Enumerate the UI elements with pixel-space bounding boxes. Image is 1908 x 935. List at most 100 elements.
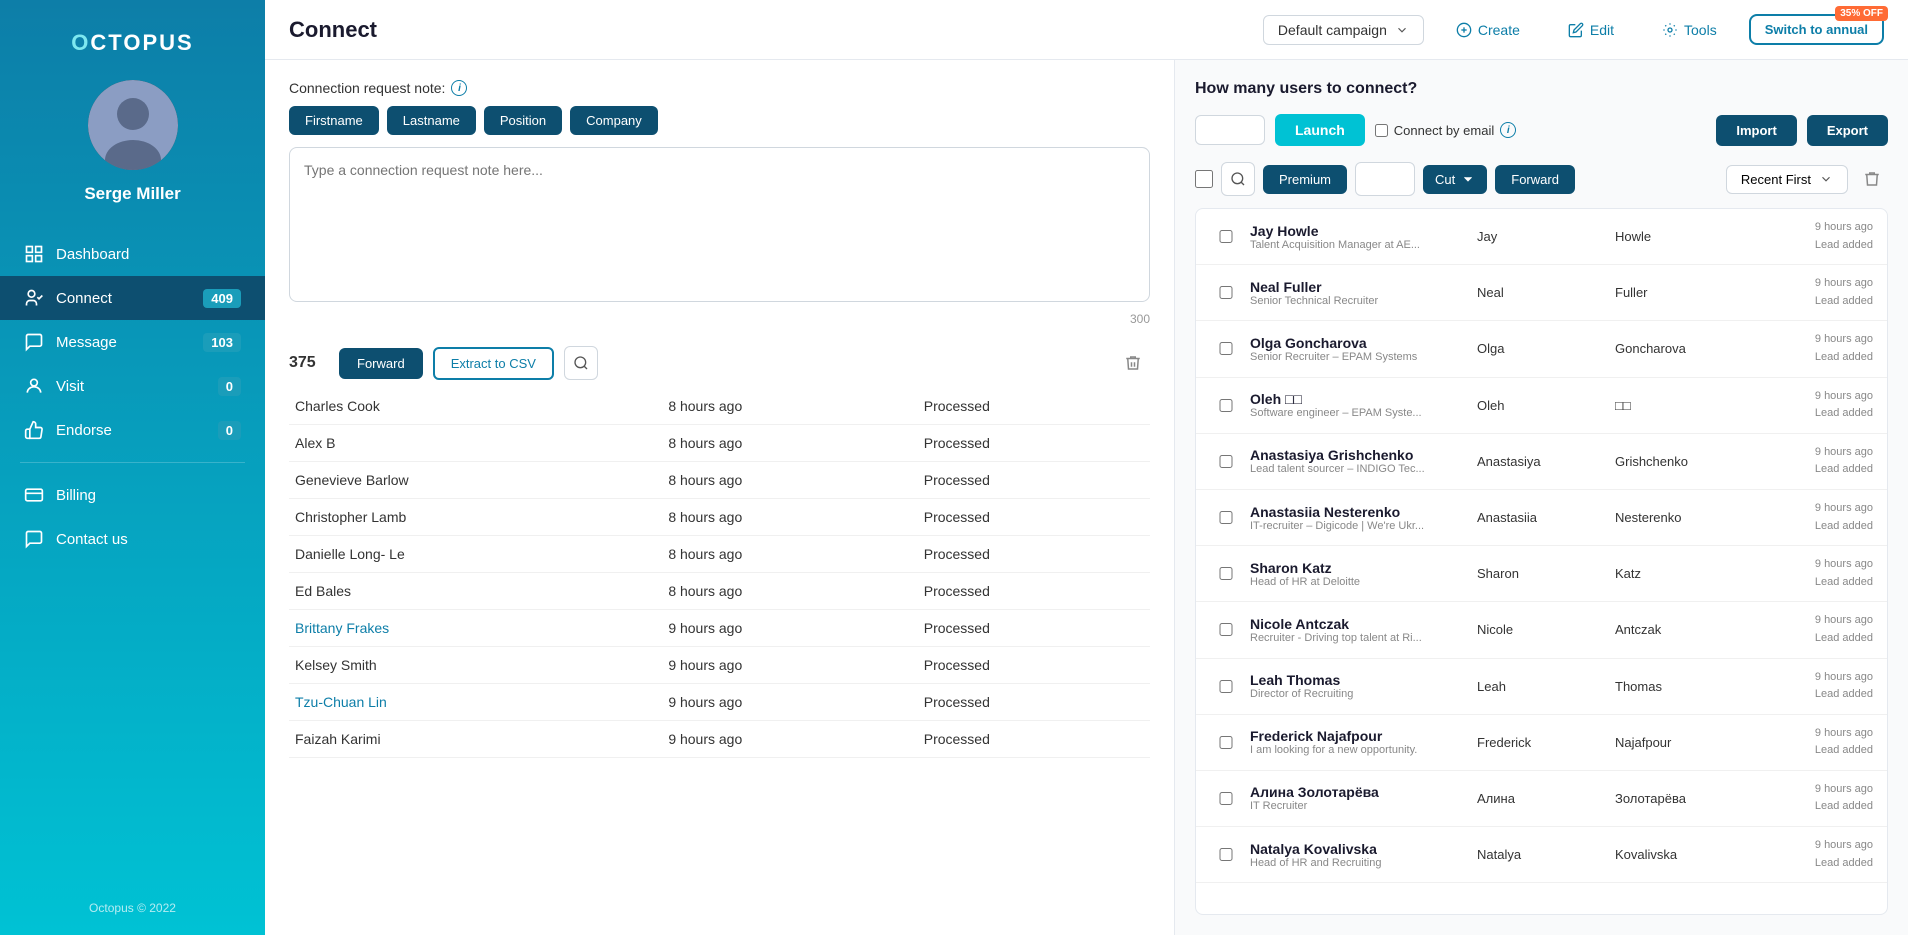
contact-info: Nicole Antczak Recruiter - Driving top t… bbox=[1250, 616, 1469, 644]
contact-checkbox[interactable] bbox=[1210, 399, 1242, 412]
import-button[interactable]: Import bbox=[1716, 115, 1796, 146]
table-row[interactable]: Kelsey Smith 9 hours ago Processed bbox=[289, 647, 1150, 684]
contact-first-name: Anastasiia bbox=[1477, 510, 1607, 525]
search-contacts-button[interactable] bbox=[564, 346, 598, 380]
tag-position[interactable]: Position bbox=[484, 106, 562, 135]
table-row[interactable]: Brittany Frakes 9 hours ago Processed bbox=[289, 610, 1150, 647]
lead-added-label: Lead added bbox=[1815, 576, 1873, 588]
table-row[interactable]: Charles Cook 8 hours ago Processed bbox=[289, 388, 1150, 425]
tag-row: Firstname Lastname Position Company bbox=[289, 106, 1150, 135]
contact-checkbox[interactable] bbox=[1210, 230, 1242, 243]
contact-first-name: Oleh bbox=[1477, 398, 1607, 413]
contact-full-name: Anastasiia Nesterenko bbox=[1250, 504, 1469, 520]
table-row[interactable]: Tzu-Chuan Lin 9 hours ago Processed bbox=[289, 684, 1150, 721]
table-row[interactable]: Genevieve Barlow 8 hours ago Processed bbox=[289, 462, 1150, 499]
users-count-input[interactable] bbox=[1195, 115, 1265, 145]
contact-last-name: Katz bbox=[1615, 566, 1745, 581]
visit-badge: 0 bbox=[218, 377, 241, 396]
table-row[interactable]: Faizah Karimi 9 hours ago Processed bbox=[289, 721, 1150, 758]
sidebar-item-label-connect: Connect bbox=[56, 290, 112, 307]
list-item[interactable]: Neal Fuller Senior Technical Recruiter N… bbox=[1196, 265, 1887, 321]
extract-csv-button[interactable]: Extract to CSV bbox=[433, 347, 554, 380]
sidebar-item-endorse[interactable]: Endorse 0 bbox=[0, 408, 265, 452]
contact-name: Tzu-Chuan Lin bbox=[289, 684, 662, 721]
list-item[interactable]: Natalya Kovalivska Head of HR and Recrui… bbox=[1196, 827, 1887, 883]
contact-time-right: 9 hours agoLead added bbox=[1753, 444, 1873, 479]
launch-button[interactable]: Launch bbox=[1275, 114, 1365, 146]
list-item[interactable]: Oleh □□ Software engineer – EPAM Syste..… bbox=[1196, 378, 1887, 434]
filter-search-button[interactable] bbox=[1221, 162, 1255, 196]
contact-checkbox[interactable] bbox=[1210, 792, 1242, 805]
campaign-dropdown[interactable]: Default campaign bbox=[1263, 15, 1424, 45]
sidebar-item-contact-us[interactable]: Contact us bbox=[0, 517, 265, 561]
info-icon[interactable]: i bbox=[451, 80, 467, 96]
tools-button[interactable]: Tools bbox=[1646, 15, 1733, 45]
table-row[interactable]: Danielle Long- Le 8 hours ago Processed bbox=[289, 536, 1150, 573]
contact-checkbox[interactable] bbox=[1210, 342, 1242, 355]
contact-checkbox[interactable] bbox=[1210, 511, 1242, 524]
delete-contacts-button[interactable] bbox=[1116, 346, 1150, 380]
list-item[interactable]: Frederick Najafpour I am looking for a n… bbox=[1196, 715, 1887, 771]
contact-checkbox[interactable] bbox=[1210, 848, 1242, 861]
sidebar: OCTOPUS Serge Miller Dashboard Connect 4… bbox=[0, 0, 265, 935]
tag-lastname[interactable]: Lastname bbox=[387, 106, 476, 135]
create-button[interactable]: Create bbox=[1440, 15, 1536, 45]
filter-trash-button[interactable] bbox=[1856, 163, 1888, 195]
sidebar-item-visit[interactable]: Visit 0 bbox=[0, 364, 265, 408]
sidebar-item-label-dashboard: Dashboard bbox=[56, 246, 129, 263]
switch-annual-button[interactable]: 35% OFF Switch to annual bbox=[1749, 14, 1884, 45]
sidebar-item-connect[interactable]: Connect 409 bbox=[0, 276, 265, 320]
contact-time-right: 9 hours agoLead added bbox=[1753, 331, 1873, 366]
sidebar-item-billing[interactable]: Billing bbox=[0, 473, 265, 517]
note-textarea[interactable] bbox=[289, 147, 1150, 302]
sidebar-footer: Octopus © 2022 bbox=[89, 881, 176, 915]
list-item[interactable]: Алина Золотарёва IT Recruiter Алина Золо… bbox=[1196, 771, 1887, 827]
contact-checkbox[interactable] bbox=[1210, 680, 1242, 693]
connect-email-checkbox[interactable] bbox=[1375, 124, 1388, 137]
contact-subtitle: IT-recruiter – Digicode | We're Ukr... bbox=[1250, 520, 1469, 532]
contact-time: 8 hours ago bbox=[662, 499, 917, 536]
premium-filter-button[interactable]: Premium bbox=[1263, 165, 1347, 194]
contact-time-right: 9 hours agoLead added bbox=[1753, 781, 1873, 816]
contact-checkbox[interactable] bbox=[1210, 286, 1242, 299]
list-item[interactable]: Anastasiia Nesterenko IT-recruiter – Dig… bbox=[1196, 490, 1887, 546]
contact-checkbox[interactable] bbox=[1210, 567, 1242, 580]
contact-time: 8 hours ago bbox=[662, 425, 917, 462]
contact-checkbox[interactable] bbox=[1210, 623, 1242, 636]
tag-firstname[interactable]: Firstname bbox=[289, 106, 379, 135]
contact-status: Processed bbox=[918, 388, 1150, 425]
contact-full-name: Olga Goncharova bbox=[1250, 335, 1469, 351]
lead-added-label: Lead added bbox=[1815, 239, 1873, 251]
list-item[interactable]: Anastasiya Grishchenko Lead talent sourc… bbox=[1196, 434, 1887, 490]
export-button[interactable]: Export bbox=[1807, 115, 1888, 146]
right-panel: How many users to connect? Launch Connec… bbox=[1175, 60, 1908, 935]
list-item[interactable]: Sharon Katz Head of HR at Deloitte Sharo… bbox=[1196, 546, 1887, 602]
forward-button[interactable]: Forward bbox=[339, 348, 423, 379]
cut-select[interactable]: Cut bbox=[1423, 165, 1487, 194]
sidebar-item-label-message: Message bbox=[56, 334, 117, 351]
contact-time-right: 9 hours agoLead added bbox=[1753, 837, 1873, 872]
list-item[interactable]: Olga Goncharova Senior Recruiter – EPAM … bbox=[1196, 321, 1887, 377]
contact-checkbox[interactable] bbox=[1210, 455, 1242, 468]
list-item[interactable]: Nicole Antczak Recruiter - Driving top t… bbox=[1196, 602, 1887, 658]
sidebar-item-dashboard[interactable]: Dashboard bbox=[0, 232, 265, 276]
forward-right-button[interactable]: Forward bbox=[1495, 165, 1575, 194]
lead-added-label: Lead added bbox=[1815, 295, 1873, 307]
list-item[interactable]: Jay Howle Talent Acquisition Manager at … bbox=[1196, 209, 1887, 265]
table-row[interactable]: Alex B 8 hours ago Processed bbox=[289, 425, 1150, 462]
contact-subtitle: Software engineer – EPAM Syste... bbox=[1250, 407, 1469, 419]
contact-checkbox[interactable] bbox=[1210, 736, 1242, 749]
edit-button[interactable]: Edit bbox=[1552, 15, 1630, 45]
table-row[interactable]: Ed Bales 8 hours ago Processed bbox=[289, 573, 1150, 610]
email-info-icon[interactable]: i bbox=[1500, 122, 1516, 138]
connect-email-text: Connect by email bbox=[1394, 123, 1494, 138]
sort-dropdown[interactable]: Recent First bbox=[1726, 165, 1848, 194]
contact-name: Faizah Karimi bbox=[289, 721, 662, 758]
select-all-checkbox[interactable] bbox=[1195, 170, 1213, 188]
connect-by-email-label[interactable]: Connect by email i bbox=[1375, 122, 1516, 138]
contact-status: Processed bbox=[918, 684, 1150, 721]
table-row[interactable]: Christopher Lamb 8 hours ago Processed bbox=[289, 499, 1150, 536]
sidebar-item-message[interactable]: Message 103 bbox=[0, 320, 265, 364]
list-item[interactable]: Leah Thomas Director of Recruiting Leah … bbox=[1196, 659, 1887, 715]
tag-company[interactable]: Company bbox=[570, 106, 658, 135]
